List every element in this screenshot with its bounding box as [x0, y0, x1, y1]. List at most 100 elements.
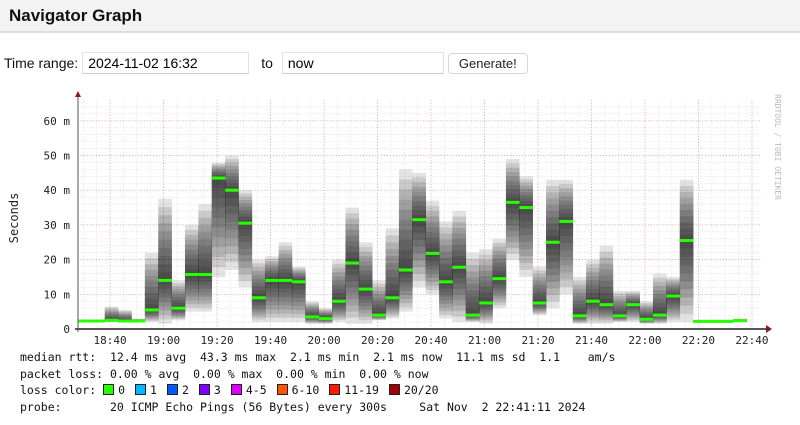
- smoke-bands: [78, 155, 747, 324]
- x-tick-label: 22:40: [735, 334, 768, 347]
- loss-color-item: 6-10: [276, 383, 320, 397]
- smoke-band: [158, 272, 172, 285]
- loss-color-value: 0: [118, 383, 126, 397]
- x-tick-label: 19:20: [201, 334, 234, 347]
- probe-info: probe: 20 ICMP Echo Pings (56 Bytes) eve…: [20, 399, 387, 414]
- median-marker: [78, 319, 92, 323]
- median-marker: [679, 239, 694, 243]
- loss-color-swatch: [166, 384, 178, 395]
- median-marker: [291, 280, 306, 284]
- median-marker: [425, 251, 440, 255]
- smoke-band: [559, 217, 574, 229]
- median-marker: [612, 314, 627, 318]
- median-marker: [104, 318, 119, 322]
- loss-color-swatch: [230, 384, 242, 395]
- generate-button[interactable]: Generate!: [447, 52, 528, 74]
- median-marker: [492, 277, 507, 281]
- x-tick-label: 21:40: [575, 334, 608, 347]
- rrdtool-credit: RRDTOOL / TOBI OETIKER: [773, 94, 782, 200]
- median-marker: [439, 280, 453, 284]
- smokeping-graph: 0 10 m 20 m 30 m 40 m 50 m 60 m 18:40 19:00 19:20…: [7, 91, 782, 347]
- median-marker: [238, 221, 253, 225]
- y-axis-label: Seconds: [7, 193, 21, 244]
- loss-color-item: 11-19: [329, 383, 379, 397]
- loss-color-item: 1: [135, 383, 157, 397]
- smoke-band: [238, 219, 253, 230]
- median-marker: [385, 296, 400, 300]
- loss-color-swatch: [198, 384, 210, 395]
- median-marker: [452, 265, 467, 269]
- y-tick-label: 60 m: [44, 115, 71, 128]
- y-tick-label: 30 m: [44, 219, 71, 232]
- loss-color-item: 0: [103, 383, 125, 397]
- loss-color-value: 4-5: [245, 383, 267, 397]
- loss-color-label: loss color:: [20, 383, 104, 397]
- median-marker: [626, 303, 640, 307]
- median-marker: [706, 319, 721, 323]
- median-marker: [184, 273, 199, 277]
- loss-color-swatch: [388, 384, 400, 395]
- median-marker: [332, 299, 346, 303]
- median-marker: [465, 313, 480, 317]
- median-marker: [278, 278, 293, 282]
- median-marker: [372, 313, 386, 317]
- loss-color-value: 6-10: [291, 383, 320, 397]
- median-marker: [412, 218, 426, 222]
- smoke-band: [519, 204, 533, 215]
- median-marker: [586, 299, 600, 303]
- packet-loss-stats: packet loss: 0.00 % avg 0.00 % max 0.00 …: [20, 366, 429, 381]
- x-tick-label: 20:40: [414, 334, 447, 347]
- x-axis-arrow-icon: [766, 325, 772, 333]
- legend: median rtt: 12.4 ms avg 43.3 ms max 2.1 …: [20, 349, 615, 415]
- y-axis-arrow-icon: [75, 91, 81, 97]
- loss-color-value: 3: [213, 383, 221, 397]
- time-range-label: Time range:: [4, 55, 79, 71]
- median-marker: [305, 315, 320, 319]
- loss-color-value: 20/20: [403, 383, 439, 397]
- loss-color-legend: loss color: 0 1 2 3 4-5 6-10 11-19 20/20: [20, 382, 615, 399]
- median-marker: [158, 278, 172, 282]
- x-tick-label: 21:20: [521, 334, 554, 347]
- median-marker: [318, 317, 333, 321]
- smoke-band: [225, 186, 239, 199]
- x-tick-label: 22:00: [628, 334, 661, 347]
- probe-line: probe: 20 ICMP Echo Pings (56 Bytes) eve…: [20, 399, 615, 416]
- median-marker: [131, 319, 146, 323]
- smoke-band: [398, 259, 413, 275]
- y-tick-label: 0: [63, 323, 70, 336]
- loss-color-item: 2: [166, 383, 189, 397]
- loss-color-value: 1: [150, 383, 157, 397]
- median-marker: [546, 240, 560, 244]
- median-marker: [398, 268, 413, 272]
- median-marker: [358, 287, 373, 291]
- x-tick-label: 18:40: [94, 334, 127, 347]
- median-marker: [225, 188, 239, 192]
- time-range-from-input[interactable]: [82, 52, 250, 74]
- x-tick-label: 22:20: [682, 334, 715, 347]
- median-marker: [519, 206, 533, 210]
- median-marker: [211, 176, 226, 180]
- median-marker: [91, 319, 106, 323]
- loss-color-swatch: [276, 384, 288, 395]
- median-marker: [144, 308, 159, 312]
- loss-color-item: 4-5: [230, 383, 267, 397]
- median-marker: [693, 319, 707, 323]
- loss-color-item: 3: [198, 383, 221, 397]
- median-marker: [572, 314, 587, 318]
- loss-color-swatch: [135, 384, 147, 395]
- loss-color-swatch: [329, 384, 341, 395]
- median-marker: [719, 319, 734, 323]
- loss-color-value: 11-19: [344, 383, 379, 397]
- median-marker: [666, 294, 681, 298]
- x-tick-label: 21:00: [468, 334, 501, 347]
- time-range-form: Time range: to Generate!: [4, 52, 528, 74]
- median-marker: [639, 317, 654, 321]
- loss-color-item: 20/20: [388, 383, 439, 397]
- y-tick-label: 10 m: [44, 288, 71, 301]
- x-tick-label: 19:00: [147, 334, 180, 347]
- median-marker: [265, 278, 279, 282]
- median-marker: [733, 319, 747, 323]
- median-marker: [505, 200, 520, 204]
- time-range-to-input[interactable]: [281, 52, 444, 74]
- median-marker: [559, 219, 574, 223]
